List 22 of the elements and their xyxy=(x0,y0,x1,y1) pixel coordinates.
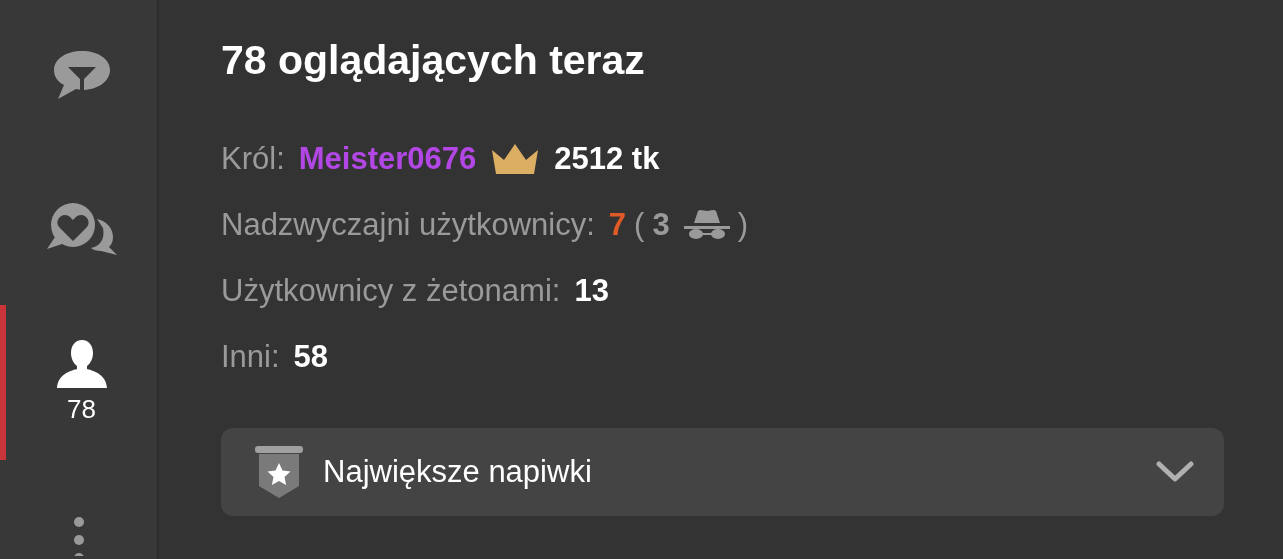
paren: ) xyxy=(737,207,748,243)
person-icon xyxy=(55,340,108,388)
chat-filter-icon xyxy=(51,49,112,101)
king-label: Król: xyxy=(221,141,285,177)
viewer-count-title: 78 oglądających teraz xyxy=(221,36,646,85)
chat-heart-icon xyxy=(44,200,119,255)
special-users-count: 7 xyxy=(608,207,627,243)
stat-label: Użytkownicy z żetonami: xyxy=(221,273,561,309)
hidden-users-count: 3 xyxy=(652,207,670,243)
sidebar-tab[interactable]: 78 xyxy=(0,305,157,460)
special-users-label: Nadzwyczajni użytkownicy: xyxy=(221,207,595,243)
badge-star-icon xyxy=(255,446,303,498)
stat-value: 58 xyxy=(293,339,329,375)
paren: ( xyxy=(634,207,645,243)
crown-icon xyxy=(490,144,541,174)
more-icon[interactable] xyxy=(72,516,85,556)
stat-label: Inni: xyxy=(221,339,280,375)
incognito-icon xyxy=(683,209,730,241)
stat-value: 13 xyxy=(574,273,609,309)
token-amount: 2512 tk xyxy=(554,141,660,177)
top-tips-dropdown[interactable]: Największe napiwki xyxy=(221,428,1224,516)
chevron-icon xyxy=(1156,461,1194,483)
